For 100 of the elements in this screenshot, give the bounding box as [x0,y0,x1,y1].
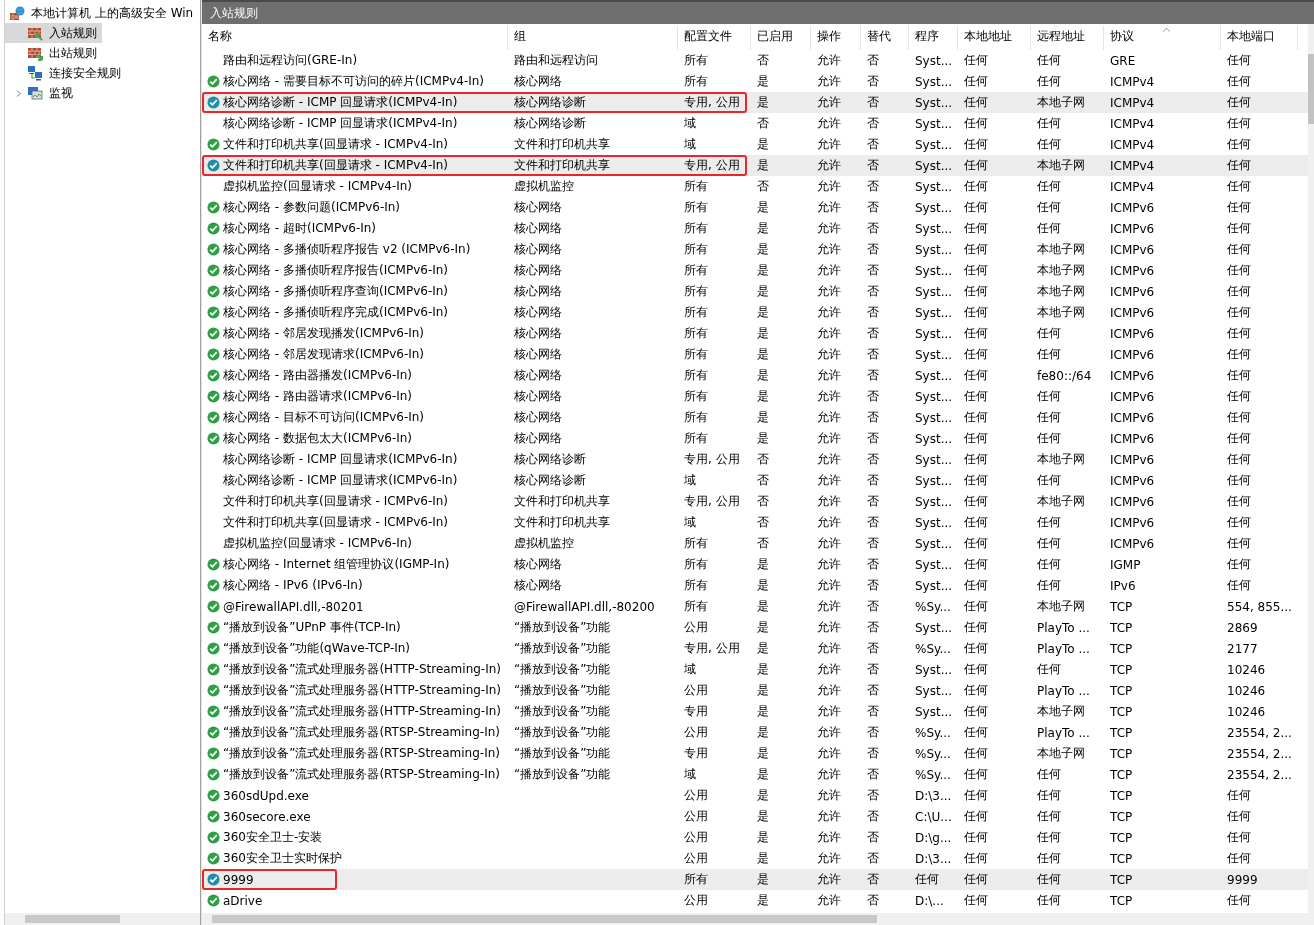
column-header[interactable]: 已启用 [751,26,811,50]
table-row[interactable]: 文件和打印机共享(回显请求 - ICMPv4-In) 文件和打印机共享 域 是 允许 否 Syst... 任何 任何 ICMPv4 任何 [202,134,1308,155]
local-port-cell: 任何 [1227,515,1251,529]
local-port-cell: 2869 [1227,620,1258,635]
table-row[interactable]: “播放到设备”流式处理服务器(RTSP-Streaming-In) “播放到设备”功能 公用 是 允许 否 %Sy... 任何 PlayTo ... TCP 23554, 2... [202,722,1308,743]
tree-item[interactable]: 监视 [5,83,78,103]
table-row[interactable]: “播放到设备”UPnP 事件(TCP-In) “播放到设备”功能 公用 是 允许 否 Syst... 任何 PlayTo ... TCP 2869 [202,617,1308,638]
protocol-cell: TCP [1110,893,1133,908]
profile-cell: 所有 [684,263,708,277]
table-row[interactable]: 核心网络 - 路由器请求(ICMPv6-In) 核心网络 所有 是 允许 否 Syst... 任何 任何 ICMPv6 任何 [202,386,1308,407]
group-cell: 核心网络 [514,557,562,571]
override-cell: 否 [867,179,879,193]
table-row[interactable]: 核心网络 - IPv6 (IPv6-In) 核心网络 所有 是 允许 否 Syst... 任何 任何 IPv6 任何 [202,575,1308,596]
remote-address-cell: 任何 [1037,326,1061,340]
rule-name: 核心网络诊断 - ICMP 回显请求(ICMPv6-In) [223,472,458,489]
table-row[interactable]: 核心网络 - 多播侦听程序报告 v2 (ICMPv6-In) 核心网络 所有 是 允许 否 Syst... 任何 本地子网 ICMPv6 任何 [202,239,1308,260]
column-header[interactable]: 配置文件 [678,26,751,50]
table-row[interactable]: 虚拟机监控(回显请求 - ICMPv6-In) 虚拟机监控 所有 否 允许 否 Syst... 任何 任何 ICMPv6 任何 [202,533,1308,554]
table-row[interactable]: 核心网络 - 需要目标不可访问的碎片(ICMPv4-In) 核心网络 所有 是 允许 否 Syst... 任何 任何 ICMPv4 任何 [202,71,1308,92]
table-row[interactable]: 360sdUpd.exe 公用 是 允许 否 D:\3... 任何 任何 TCP 任何 [202,785,1308,806]
vertical-scrollbar[interactable] [1308,24,1314,913]
local-address-cell: 任何 [964,53,988,67]
rule-name: 核心网络 - 需要目标不可访问的碎片(ICMPv4-In) [223,73,485,90]
column-header[interactable]: 协议 [1104,26,1221,50]
table-row[interactable]: 核心网络 - 多播侦听程序完成(ICMPv6-In) 核心网络 所有 是 允许 否 Syst... 任何 本地子网 ICMPv6 任何 [202,302,1308,323]
table-row[interactable]: 360安全卫士实时保护 公用 是 允许 否 D:\3... 任何 任何 TCP 任何 [202,848,1308,869]
table-row[interactable]: “播放到设备”流式处理服务器(HTTP-Streaming-In) “播放到设备”功能 域 是 允许 否 Syst... 任何 任何 TCP 10246 [202,659,1308,680]
tree-item[interactable]: 出站规则 [5,43,102,63]
column-header[interactable]: 替代 [861,26,909,50]
tree-item[interactable]: 入站规则 [5,23,102,43]
table-row[interactable]: 核心网络 - 路由器播发(ICMPv6-In) 核心网络 所有 是 允许 否 Syst... 任何 fe80::/64 ICMPv6 任何 [202,365,1308,386]
table-row[interactable]: 核心网络 - 多播侦听程序查询(ICMPv6-In) 核心网络 所有 是 允许 否 Syst... 任何 本地子网 ICMPv6 任何 [202,281,1308,302]
remote-address-cell: 任何 [1037,431,1061,445]
action-cell: 允许 [817,872,841,886]
table-row[interactable]: 核心网络 - 多播侦听程序报告(ICMPv6-In) 核心网络 所有 是 允许 否 Syst... 任何 本地子网 ICMPv6 任何 [202,260,1308,281]
column-header[interactable]: 名称 [202,26,508,50]
program-cell: Syst... [915,620,953,635]
tree-item[interactable]: 连接安全规则 [5,63,126,83]
table-row[interactable]: 文件和打印机共享(回显请求 - ICMPv4-In) 文件和打印机共享 专用, 公用 是 允许 否 Syst... 任何 本地子网 ICMPv4 任何 [202,155,1308,176]
table-row[interactable]: @FirewallAPI.dll,-80201 @FirewallAPI.dll,-80200 所有 是 允许 否 %Sy... 任何 本地子网 TCP 554, 855... [202,596,1308,617]
local-port-cell: 任何 [1227,809,1251,823]
table-row[interactable]: aDrive 公用 是 允许 否 D:\... 任何 任何 TCP 任何 [202,890,1308,911]
remote-address-cell: 本地子网 [1037,746,1085,760]
enabled-cell: 是 [757,746,769,760]
table-row[interactable]: “播放到设备”流式处理服务器(HTTP-Streaming-In) “播放到设备”功能 专用 是 允许 否 Syst... 任何 本地子网 TCP 10246 [202,701,1308,722]
horizontal-scrollbar[interactable] [202,913,1314,925]
table-row[interactable]: 360安全卫士-安装 公用 是 允许 否 D:\g... 任何 任何 TCP 任何 [202,827,1308,848]
table-row[interactable]: 9999 所有 是 允许 否 任何 任何 任何 TCP 9999 [202,869,1308,890]
rule-name: 360安全卫士-安装 [223,829,323,846]
table-row[interactable]: 核心网络 - 邻居发现请求(ICMPv6-In) 核心网络 所有 是 允许 否 Syst... 任何 任何 ICMPv6 任何 [202,344,1308,365]
table-row[interactable]: “播放到设备”流式处理服务器(HTTP-Streaming-In) “播放到设备”功能 公用 是 允许 否 Syst... 任何 PlayTo ... TCP 10246 [202,680,1308,701]
program-cell: Syst... [915,431,953,446]
table-row[interactable]: 核心网络 - 超时(ICMPv6-In) 核心网络 所有 是 允许 否 Syst... 任何 任何 ICMPv6 任何 [202,218,1308,239]
horizontal-scrollbar[interactable] [5,913,200,925]
rule-name: 核心网络 - 路由器请求(ICMPv6-In) [223,388,413,405]
column-header[interactable]: 远程地址 [1031,26,1104,50]
local-address-cell: 任何 [964,851,988,865]
column-header[interactable]: 本地端口 [1221,26,1298,50]
local-port-cell: 任何 [1227,431,1251,445]
column-header[interactable]: 本地地址 [958,26,1031,50]
table-row[interactable]: 核心网络 - Internet 组管理协议(IGMP-In) 核心网络 所有 是 允许 否 Syst... 任何 任何 IGMP 任何 [202,554,1308,575]
rule-name: 核心网络 - 邻居发现播发(ICMPv6-In) [223,325,425,342]
profile-cell: 专用 [684,704,708,718]
override-cell: 否 [867,452,879,466]
check-circle-icon [207,411,220,424]
table-row[interactable]: 核心网络诊断 - ICMP 回显请求(ICMPv6-In) 核心网络诊断 专用, 公用 否 允许 否 Syst... 任何 本地子网 ICMPv6 任何 [202,449,1308,470]
table-row[interactable]: 核心网络 - 参数问题(ICMPv6-In) 核心网络 所有 是 允许 否 Syst... 任何 任何 ICMPv6 任何 [202,197,1308,218]
column-header[interactable]: 程序 [909,26,958,50]
group-cell: “播放到设备”功能 [514,662,611,676]
local-address-cell: 任何 [964,95,988,109]
profile-cell: 所有 [684,200,708,214]
table-row[interactable]: 文件和打印机共享(回显请求 - ICMPv6-In) 文件和打印机共享 域 否 允许 否 Syst... 任何 任何 ICMPv6 任何 [202,512,1308,533]
program-cell: 任何 [915,872,939,886]
local-port-cell: 任何 [1227,326,1251,340]
table-row[interactable]: 核心网络诊断 - ICMP 回显请求(ICMPv4-In) 核心网络诊断 域 否 允许 否 Syst... 任何 任何 ICMPv4 任何 [202,113,1308,134]
expand-chevron-icon[interactable] [16,88,22,98]
protocol-cell: ICMPv6 [1110,515,1155,530]
table-row[interactable]: 文件和打印机共享(回显请求 - ICMPv6-In) 文件和打印机共享 专用, 公用 否 允许 否 Syst... 任何 本地子网 ICMPv6 任何 [202,491,1308,512]
table-row[interactable]: 核心网络诊断 - ICMP 回显请求(ICMPv4-In) 核心网络诊断 专用, 公用 是 允许 否 Syst... 任何 本地子网 ICMPv4 任何 [202,92,1308,113]
table-row[interactable]: 核心网络 - 邻居发现播发(ICMPv6-In) 核心网络 所有 是 允许 否 Syst... 任何 任何 ICMPv6 任何 [202,323,1308,344]
local-port-cell: 任何 [1227,893,1251,907]
table-row[interactable]: 路由和远程访问(GRE-In) 路由和远程访问 所有 否 允许 否 Syst... 任何 任何 GRE 任何 [202,50,1308,71]
override-cell: 否 [867,137,879,151]
group-cell: 核心网络 [514,578,562,592]
table-row[interactable]: 360secore.exe 公用 是 允许 否 C:\U... 任何 任何 TCP 任何 [202,806,1308,827]
table-row[interactable]: 核心网络 - 目标不可访问(ICMPv6-In) 核心网络 所有 是 允许 否 Syst... 任何 任何 ICMPv6 任何 [202,407,1308,428]
table-row[interactable]: “播放到设备”流式处理服务器(RTSP-Streaming-In) “播放到设备”功能 域 是 允许 否 %Sy... 任何 任何 TCP 23554, 2... [202,764,1308,785]
column-header[interactable]: 操作 [811,26,861,50]
enabled-cell: 是 [757,830,769,844]
tree-root-label[interactable]: 本地计算机 上的高级安全 Win [28,3,197,23]
table-row[interactable]: “播放到设备”功能(qWave-TCP-In) “播放到设备”功能 专用, 公用 是 允许 否 %Sy... 任何 PlayTo ... TCP 2177 [202,638,1308,659]
table-row[interactable]: “播放到设备”流式处理服务器(RTSP-Streaming-In) “播放到设备”功能 专用 是 允许 否 %Sy... 任何 本地子网 TCP 23554, 2... [202,743,1308,764]
column-header[interactable]: 组 [508,26,678,50]
remote-address-cell: 任何 [1037,410,1061,424]
local-address-cell: 任何 [964,515,988,529]
table-row[interactable]: 虚拟机监控(回显请求 - ICMPv4-In) 虚拟机监控 所有 否 允许 否 Syst... 任何 任何 ICMPv4 任何 [202,176,1308,197]
table-row[interactable]: 核心网络 - 数据包太大(ICMPv6-In) 核心网络 所有 是 允许 否 Syst... 任何 任何 ICMPv6 任何 [202,428,1308,449]
table-row[interactable]: 核心网络诊断 - ICMP 回显请求(ICMPv6-In) 核心网络诊断 域 否 允许 否 Syst... 任何 任何 ICMPv6 任何 [202,470,1308,491]
local-address-cell: 任何 [964,347,988,361]
action-cell: 允许 [817,410,841,424]
